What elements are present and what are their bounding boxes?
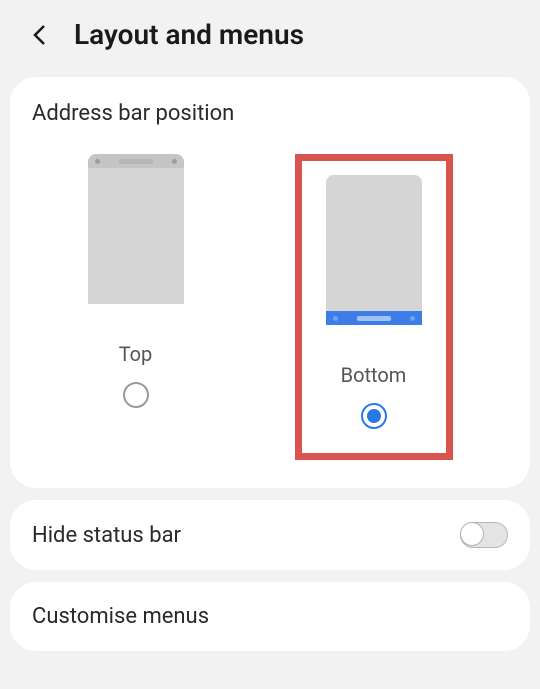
phone-bar-top-icon: [88, 154, 184, 168]
radio-bottom[interactable]: [361, 403, 387, 429]
customise-menus-label: Customise menus: [32, 604, 209, 629]
hide-status-bar-row[interactable]: Hide status bar: [10, 500, 530, 570]
hide-status-bar-toggle[interactable]: [460, 522, 508, 548]
option-label-bottom: Bottom: [341, 363, 407, 387]
address-bar-options: Top Bottom: [32, 154, 508, 460]
phone-mock-top: [88, 154, 184, 322]
address-bar-option-bottom[interactable]: Bottom: [295, 154, 453, 460]
customise-menus-row[interactable]: Customise menus: [10, 582, 530, 651]
address-bar-section-title: Address bar position: [32, 101, 508, 126]
hide-status-bar-label: Hide status bar: [32, 523, 181, 548]
address-bar-card: Address bar position Top Bottom: [10, 77, 530, 488]
option-label-top: Top: [119, 342, 153, 366]
toggle-knob-icon: [460, 522, 484, 546]
header: Layout and menus: [0, 0, 540, 69]
back-icon[interactable]: [28, 23, 52, 47]
radio-top[interactable]: [123, 382, 149, 408]
phone-bar-bottom-icon: [326, 311, 422, 325]
address-bar-option-top[interactable]: Top: [88, 154, 184, 408]
phone-mock-bottom: [326, 175, 422, 343]
page-title: Layout and menus: [74, 18, 304, 51]
